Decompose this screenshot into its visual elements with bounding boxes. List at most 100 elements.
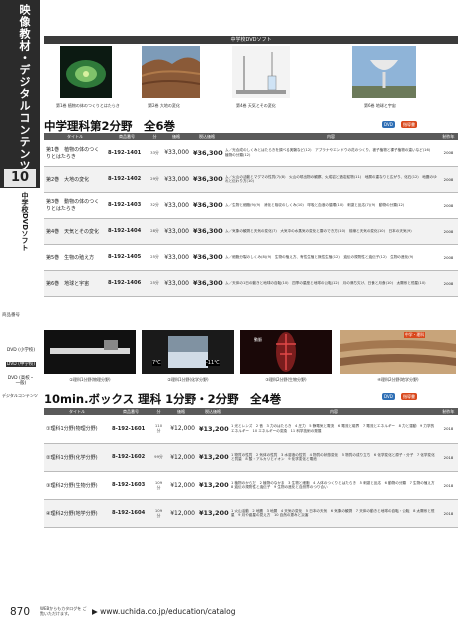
col-title: タイトル — [44, 408, 110, 415]
row-price-tax: ¥36,300 — [191, 244, 223, 271]
sidebar-dvd-junior-high[interactable]: DVD (中学校) — [6, 362, 36, 367]
thumb-caption: 第4巻 天気とその変化 — [236, 103, 276, 108]
section1-table: タイトル 商品番号 分 価格 税込価格 内容 制作年 第1巻 植物の体のつくりと… — [44, 133, 458, 297]
table-row: ④理科2分野(地学分野) 8-192-1604 109分 ¥12,000 ¥13,200… — [44, 499, 458, 528]
col-price-tax: 税込価格 — [197, 408, 229, 415]
row-minutes: 28分 — [148, 218, 161, 245]
sidebar-category: 中学校DVDソフト — [21, 192, 29, 252]
row-description: ム／火山の活動とマグマの性質(7)(8) 火山の噴出物の観察、火成岩と造岩鉱物(… — [223, 166, 439, 193]
image-caption: ②理科1分野(化学分野) — [167, 377, 209, 382]
row-minutes: 109分 — [152, 471, 165, 500]
radio-dish-thumbnail — [352, 46, 416, 98]
col-price-tax: 税込価格 — [191, 133, 223, 140]
catalog-url-link[interactable]: ▶ www.uchida.co.jp/education/catalog — [92, 607, 235, 616]
thumb-caption: 第6巻 地球と宇宙 — [364, 103, 396, 108]
row-code: 8-192-1406 — [106, 270, 148, 297]
table-row: ③理科2分野(生物分野) 8-192-1603 109分 ¥12,000 ¥13,200… — [44, 471, 458, 500]
row-price-tax: ¥13,200 — [197, 471, 229, 500]
subject-tag: 中学・理科 — [404, 332, 425, 338]
row-price: ¥33,000 — [161, 166, 191, 193]
row-minutes: 99分 — [152, 443, 165, 472]
row-price-tax: ¥36,300 — [191, 218, 223, 245]
col-desc: 内容 — [223, 133, 439, 140]
row-year: 2018 — [439, 415, 458, 444]
guide-badge: 指導書 — [401, 121, 417, 128]
row-code: 8-192-1403 — [106, 192, 148, 219]
row-code: 8-192-1404 — [106, 218, 148, 245]
row-minutes: 33分 — [148, 140, 161, 167]
row-year: 2008 — [439, 192, 458, 219]
row-title: 第3巻 動物の体のつくりとはたらき — [44, 192, 106, 219]
sidebar-dvd-elementary[interactable]: DVD (小学校) — [6, 348, 36, 353]
top-band-label: 中学校DVDソフト — [230, 37, 272, 43]
col-code: 商品番号 — [110, 408, 152, 415]
row-minutes: 29分 — [148, 166, 161, 193]
left-temp-label: 7℃ — [152, 360, 161, 366]
strata-image — [340, 330, 456, 374]
thumb-caption: 第2巻 大地の変化 — [148, 103, 180, 108]
dvd-badge: DVD — [382, 121, 395, 128]
row-description: ム／生物と細胞(9)(9) 消化と吸収のしくみ(10) 呼吸と血液の循環(10)… — [223, 192, 439, 219]
row-year: 2018 — [439, 499, 458, 528]
row-code: 8-192-1603 — [110, 471, 152, 500]
page-number: 870 — [10, 606, 31, 618]
col-price: 価格 — [165, 408, 197, 415]
row-code: 8-192-1601 — [110, 415, 152, 444]
section2-table: タイトル 商品番号 分 価格 税込価格 内容 制作年 ①理科1分野(物理分野) 8… — [44, 408, 458, 528]
row-title: 第6巻 地球と宇宙 — [44, 270, 106, 297]
table-row: 第1巻 植物の体のつくりとはたらき 8-192-1401 33分 ¥33,000 ¥36… — [44, 140, 458, 167]
row-code: 8-192-1401 — [106, 140, 148, 167]
image-caption: ④理科2分野(地学分野) — [377, 377, 419, 382]
section1-title: 中学理科第2分野 全6巻 — [44, 119, 176, 133]
row-title: ②理科1分野(化学分野) — [44, 443, 110, 472]
col-desc: 内容 — [229, 408, 439, 415]
ruler-image — [44, 330, 136, 374]
row-title: 第4巻 天気とその変化 — [44, 218, 106, 245]
image-caption: ③理科2分野(生物分野) — [265, 377, 307, 382]
sidebar-dvd-high-school[interactable]: DVD (高校・一般) — [6, 376, 36, 386]
row-description: 1 物質の性質 2 気体の性質 3 水溶液の性質 4 物質の状態変化 5 物質の… — [229, 443, 439, 472]
row-price-tax: ¥13,200 — [197, 443, 229, 472]
row-price-tax: ¥13,200 — [197, 415, 229, 444]
row-minutes: 25分 — [148, 244, 161, 271]
sidebar-vertical-title: 映像教材・デジタルコンテンツ — [18, 4, 31, 172]
row-description: ム／光合成のしくみとはたらきを調べる実験など(12) アブラナやエンドウの花のつ… — [223, 140, 439, 167]
right-temp-label: -11℃ — [206, 360, 220, 366]
col-year: 制作年 — [439, 133, 458, 140]
row-year: 2018 — [439, 443, 458, 472]
row-title: ①理科1分野(物理分野) — [44, 415, 110, 444]
row-price: ¥33,000 — [161, 218, 191, 245]
table-row: 第5巻 生物の殖え方 8-192-1405 25分 ¥33,000 ¥36,300 ム／細… — [44, 244, 458, 271]
row-description: 1 火山活動 2 地震 3 地層 4 天気の変化 5 日本の天気 6 気象の観測… — [229, 499, 439, 528]
image-caption: ①理科1分野(物理分野) — [69, 377, 111, 382]
row-price: ¥33,000 — [161, 244, 191, 271]
sidebar-digital[interactable]: デジタルコンテンツ — [2, 393, 38, 399]
row-minutes: 32分 — [148, 192, 161, 219]
table-row: 第6巻 地球と宇宙 8-192-1406 25分 ¥33,000 ¥36,300 ム／天体… — [44, 270, 458, 297]
row-price: ¥33,000 — [161, 192, 191, 219]
section2-title: 10min.ボックス 理科 1分野・2分野 全4巻 — [44, 392, 282, 406]
row-description: ム／気象の観測と天気の変化(7) 大気中の水蒸気の変化と雲のでき方(10) 前線… — [223, 218, 439, 245]
col-code: 商品番号 — [106, 133, 148, 140]
row-price-tax: ¥36,300 — [191, 166, 223, 193]
row-title: 第2巻 大地の変化 — [44, 166, 106, 193]
col-min: 分 — [148, 133, 161, 140]
sidebar-note: 商品番号 — [2, 313, 20, 318]
row-description: ム／細胞分裂のしくみ(8)(9) 生物の殖え方、有性生殖と無性生殖(12) 遺伝… — [223, 244, 439, 271]
sidebar-band: 映像教材・デジタルコンテンツ — [0, 0, 40, 188]
row-price: ¥12,000 — [165, 471, 197, 500]
row-minutes: 25分 — [148, 270, 161, 297]
table-row: 第3巻 動物の体のつくりとはたらき 8-192-1403 32分 ¥33,000 ¥36… — [44, 192, 458, 219]
row-description: ム／天体の1日の動きと地球の自転(10) 四季の星座と地球の公転(12) 月の満… — [223, 270, 439, 297]
row-minutes: 109分 — [152, 499, 165, 528]
table-row: ②理科1分野(化学分野) 8-192-1602 99分 ¥12,000 ¥13,200 1… — [44, 443, 458, 472]
sidebar: 映像教材・デジタルコンテンツ 10 中学校DVDソフト 商品番号 DVD (小学… — [0, 0, 40, 644]
row-title: ③理科2分野(生物分野) — [44, 471, 110, 500]
guide-badge: 指導書 — [401, 393, 417, 400]
rock-thumbnail — [142, 46, 200, 98]
row-description: 1 植物のからだ 2 植物のなかま 3 生物と細胞 4 人体のつくりとはたらき … — [229, 471, 439, 500]
beaker-image — [142, 330, 234, 374]
col-min: 分 — [152, 408, 165, 415]
col-title: タイトル — [44, 133, 106, 140]
row-code: 8-192-1604 — [110, 499, 152, 528]
